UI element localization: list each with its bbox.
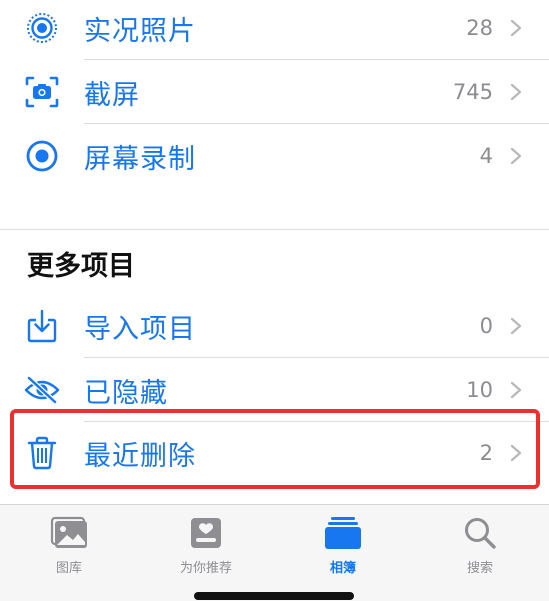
- import-icon: [22, 306, 62, 346]
- screen-recording-icon: [22, 136, 62, 176]
- tab-label: 搜索: [466, 561, 493, 576]
- screenshot-icon: [22, 72, 62, 112]
- album-row-screen-recordings[interactable]: 屏幕录制 4: [0, 124, 549, 188]
- tab-label: 为你推荐: [179, 561, 232, 576]
- tab-label: 图库: [55, 561, 82, 576]
- album-row-imports[interactable]: 导入项目 0: [0, 294, 549, 358]
- chevron-right-icon: [510, 83, 522, 101]
- tab-for-you[interactable]: 为你推荐: [146, 515, 266, 579]
- album-count: 745: [452, 80, 493, 104]
- live-photo-icon: [22, 8, 62, 48]
- tab-search[interactable]: 搜索: [420, 515, 540, 579]
- photo-library-icon: [49, 515, 89, 551]
- tab-library[interactable]: 图库: [9, 515, 129, 579]
- album-count: 0: [479, 314, 493, 338]
- search-icon: [460, 515, 500, 551]
- tab-albums[interactable]: 相簿: [283, 515, 403, 579]
- section-divider: [0, 229, 549, 230]
- album-count: 28: [466, 16, 493, 40]
- album-row-live-photos[interactable]: 实况照片 28: [0, 0, 549, 60]
- chevron-right-icon: [510, 147, 522, 165]
- album-count: 4: [479, 144, 493, 168]
- chevron-right-icon: [510, 381, 522, 399]
- tab-label: 相簿: [329, 561, 356, 576]
- album-label: 屏幕录制: [84, 143, 196, 175]
- album-label: 截屏: [84, 79, 140, 111]
- tab-bar: 图库 为你推荐 相簿 搜索: [0, 504, 549, 601]
- chevron-right-icon: [510, 19, 522, 37]
- album-count: 10: [466, 378, 493, 402]
- chevron-right-icon: [510, 317, 522, 335]
- highlight-box: [10, 409, 540, 489]
- hidden-eye-icon: [22, 370, 62, 410]
- for-you-icon: [186, 515, 226, 551]
- album-label: 导入项目: [84, 313, 196, 345]
- album-label: 实况照片: [84, 15, 196, 47]
- section-title-more: 更多项目: [27, 251, 135, 282]
- albums-icon: [323, 515, 363, 551]
- album-label: 已隐藏: [84, 377, 168, 409]
- album-row-screenshots[interactable]: 截屏 745: [0, 60, 549, 124]
- home-indicator[interactable]: [194, 592, 354, 600]
